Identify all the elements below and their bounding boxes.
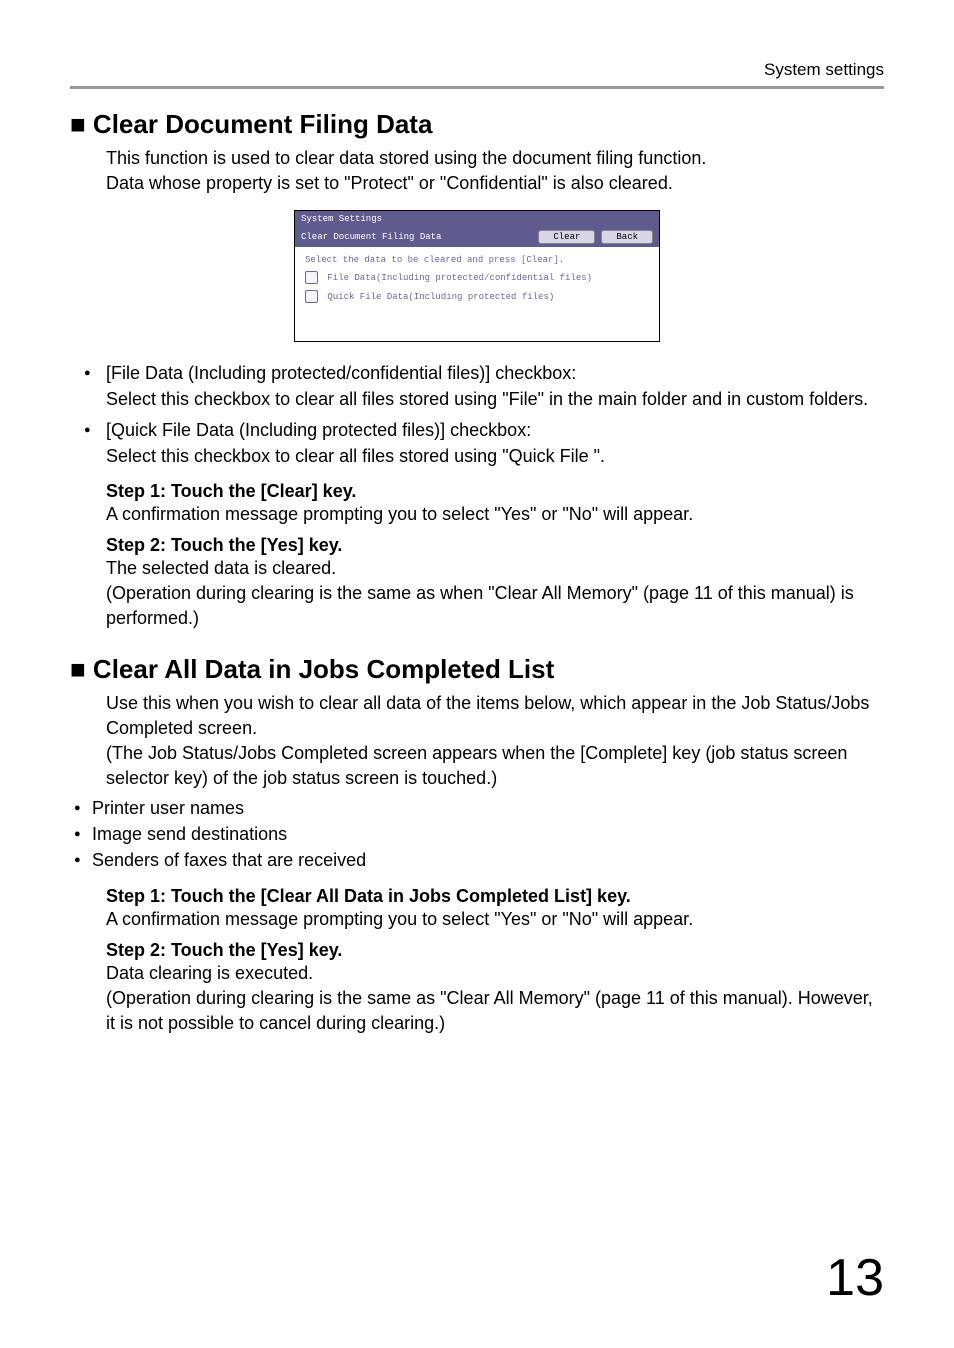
s2-step2-body1: Data clearing is executed.	[106, 961, 884, 986]
s2-step1-body: A confirmation message prompting you to …	[106, 907, 884, 932]
ss-checkbox-file-data[interactable]	[305, 271, 318, 284]
section2-title: ■ Clear All Data in Jobs Completed List	[70, 654, 884, 685]
section2-intro2: (The Job Status/Jobs Completed screen ap…	[106, 741, 884, 791]
bullet-senders-faxes: Senders of faxes that are received	[70, 847, 884, 873]
bullet-file-data: [File Data (Including protected/confiden…	[70, 360, 884, 412]
ss-instruction: Select the data to be cleared and press …	[305, 255, 649, 265]
s1-step1-title: Step 1: Touch the [Clear] key.	[106, 481, 884, 502]
bullet1-title: [File Data (Including protected/confiden…	[106, 363, 576, 383]
page-number: 13	[826, 1248, 884, 1308]
ss-back-button[interactable]: Back	[601, 230, 653, 244]
ss-bar-label: Clear Document Filing Data	[301, 232, 532, 242]
s1-step2-body1: The selected data is cleared.	[106, 556, 884, 581]
ss-clear-button[interactable]: Clear	[538, 230, 595, 244]
section1-intro1: This function is used to clear data stor…	[106, 146, 884, 171]
ss-system-settings-title: System Settings	[295, 211, 659, 227]
bullet2-body: Select this checkbox to clear all files …	[106, 446, 605, 466]
ss-checkbox-quick-file[interactable]	[305, 290, 318, 303]
s1-step1-body: A confirmation message prompting you to …	[106, 502, 884, 527]
s2-step2-body2: (Operation during clearing is the same a…	[106, 986, 884, 1036]
header-divider	[70, 86, 884, 89]
s2-step2-title: Step 2: Touch the [Yes] key.	[106, 940, 884, 961]
bullet-printer-user-names: Printer user names	[70, 795, 884, 821]
header-right: System settings	[70, 60, 884, 80]
section1-intro2: Data whose property is set to "Protect" …	[106, 171, 884, 196]
ss-check1-label: File Data(Including protected/confidenti…	[327, 273, 592, 283]
bullet-image-send-dest: Image send destinations	[70, 821, 884, 847]
ss-check2-label: Quick File Data(Including protected file…	[327, 292, 554, 302]
section1-title: ■ Clear Document Filing Data	[70, 109, 884, 140]
bullet1-body: Select this checkbox to clear all files …	[106, 389, 868, 409]
s1-step2-title: Step 2: Touch the [Yes] key.	[106, 535, 884, 556]
bullet-quick-file: [Quick File Data (Including protected fi…	[70, 417, 884, 469]
embedded-screenshot: System Settings Clear Document Filing Da…	[294, 210, 660, 342]
s1-step2-body2: (Operation during clearing is the same a…	[106, 581, 884, 631]
section2-intro1: Use this when you wish to clear all data…	[106, 691, 884, 741]
bullet2-title: [Quick File Data (Including protected fi…	[106, 420, 531, 440]
s2-step1-title: Step 1: Touch the [Clear All Data in Job…	[106, 886, 884, 907]
